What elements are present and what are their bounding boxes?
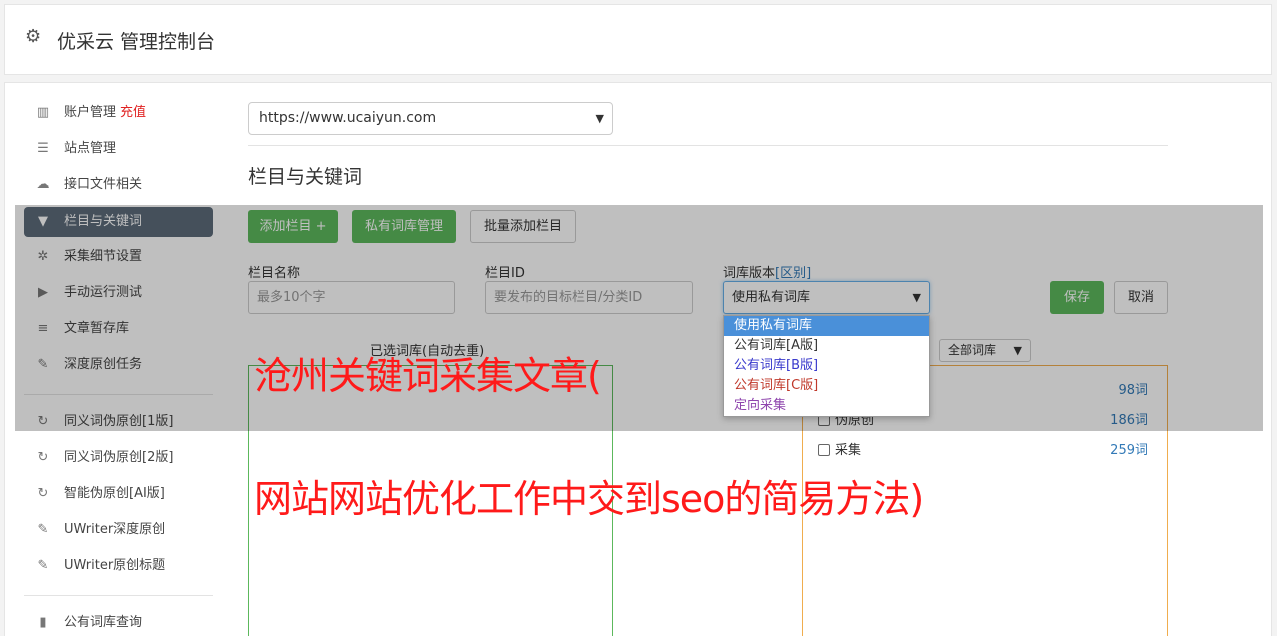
- banner-line-2: 网站网站优化工作中交到seo的简易方法): [254, 477, 924, 521]
- sidebar-item-uwriter-title[interactable]: ✎ UWriter原创标题: [24, 551, 213, 581]
- dropdown-option-public-c[interactable]: 公有词库[C版]: [724, 376, 929, 396]
- sidebar-item-public-lib-query[interactable]: ▮ 公有词库查询: [24, 608, 213, 636]
- gear-icon: ⚙: [25, 26, 42, 47]
- section-title: 栏目与关键词: [248, 166, 363, 188]
- banner-line-1: 沧州关键词采集文章(: [254, 354, 602, 398]
- lib-checkbox[interactable]: [818, 444, 830, 456]
- lib-name: 采集: [835, 443, 862, 458]
- console-header: ⚙ 优采云 管理控制台: [4, 4, 1272, 75]
- lib-version-dropdown[interactable]: 使用私有词库 公有词库[A版] 公有词库[B版] 公有词库[C版] 定向采集: [723, 315, 930, 417]
- dropdown-option-public-b[interactable]: 公有词库[B版]: [724, 356, 929, 376]
- recharge-link[interactable]: 充值: [120, 105, 146, 120]
- sidebar-item-synonym-v2[interactable]: ↻ 同义词伪原创[2版]: [24, 443, 213, 473]
- sidebar-item-account[interactable]: ▥ 账户管理 充值: [24, 98, 213, 128]
- book-icon: ▮: [39, 615, 47, 630]
- sidebar-item-label: 接口文件相关: [64, 177, 143, 192]
- sidebar-item-ai-rewrite[interactable]: ↻ 智能伪原创[AI版]: [24, 479, 213, 509]
- sidebar-item-label: UWriter深度原创: [64, 522, 166, 537]
- dropdown-option-private[interactable]: 使用私有词库: [724, 316, 929, 336]
- edit-icon: ✎: [37, 558, 49, 573]
- sidebar-item-label: 公有词库查询: [64, 615, 143, 630]
- server-icon: ☰: [37, 141, 49, 156]
- sidebar-item-interface-files[interactable]: ☁ 接口文件相关: [24, 170, 213, 200]
- chevron-down-icon: ▼: [595, 112, 604, 125]
- refresh-icon: ↻: [37, 450, 49, 465]
- sidebar-item-label: 站点管理: [64, 141, 117, 156]
- dropdown-option-directed[interactable]: 定向采集: [724, 396, 929, 416]
- lib-count: 259词: [1110, 443, 1148, 458]
- site-select[interactable]: https://www.ucaiyun.com ▼: [248, 102, 613, 135]
- sidebar-divider: [24, 595, 213, 596]
- modal-overlay: [15, 205, 1263, 431]
- site-select-value: https://www.ucaiyun.com: [259, 110, 437, 126]
- sidebar-item-label: 同义词伪原创[2版]: [64, 450, 174, 465]
- sidebar-item-sites[interactable]: ☰ 站点管理: [24, 134, 213, 164]
- sidebar-item-label: 智能伪原创[AI版]: [64, 486, 165, 501]
- divider: [248, 145, 1168, 146]
- sidebar-item-label: 账户管理: [64, 105, 117, 120]
- list-item[interactable]: 采集 259词: [818, 441, 1150, 461]
- edit-icon: ✎: [37, 522, 49, 537]
- sidebar-item-label: UWriter原创标题: [64, 558, 166, 573]
- page-title: 优采云 管理控制台: [57, 31, 216, 53]
- bar-chart-icon: ▥: [36, 105, 50, 120]
- sidebar-item-uwriter-deep[interactable]: ✎ UWriter深度原创: [24, 515, 213, 545]
- refresh-icon: ↻: [37, 486, 49, 501]
- dropdown-option-public-a[interactable]: 公有词库[A版]: [724, 336, 929, 356]
- cloud-upload-icon: ☁: [36, 177, 50, 192]
